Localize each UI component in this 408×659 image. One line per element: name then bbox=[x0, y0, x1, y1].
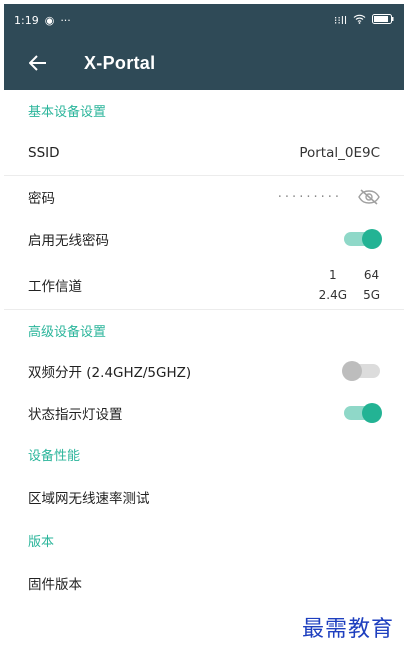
status-bar: 1:19 ◉ ··· ⁝⁝ll bbox=[4, 4, 404, 36]
band-24-label: 2.4G bbox=[318, 287, 348, 302]
wireless-password-switch[interactable] bbox=[344, 229, 382, 249]
watermark-text: 最需教育 bbox=[301, 617, 394, 642]
ssid-label: SSID bbox=[28, 144, 60, 161]
section-version-header: 版本 bbox=[28, 534, 55, 550]
password-row[interactable]: 密码 ········· bbox=[4, 176, 404, 218]
speed-test-label: 区域网无线速率测试 bbox=[28, 491, 150, 507]
password-masked: ········· bbox=[277, 189, 342, 205]
channel-row[interactable]: 工作信道 1 64 2.4G 5G bbox=[4, 260, 404, 310]
page-title: X-Portal bbox=[84, 52, 156, 73]
wireless-password-label: 启用无线密码 bbox=[28, 233, 109, 249]
dual-band-switch[interactable] bbox=[342, 361, 380, 381]
status-led-label: 状态指示灯设置 bbox=[28, 407, 123, 423]
switch-knob bbox=[342, 361, 362, 381]
channel-24-number: 1 bbox=[329, 267, 337, 282]
dual-band-label: 双频分开 (2.4GHZ/5GHZ) bbox=[28, 365, 192, 381]
status-led-switch[interactable] bbox=[344, 403, 382, 423]
arrow-left-icon[interactable] bbox=[26, 51, 50, 75]
phone-screen: 1:19 ◉ ··· ⁝⁝ll X-Portal 基本设备设置 SSID Por… bbox=[4, 4, 404, 655]
status-indicators: ··· bbox=[60, 13, 71, 27]
band-5-label: 5G bbox=[363, 287, 380, 302]
channel-label: 工作信道 bbox=[28, 278, 82, 295]
speed-test-row[interactable]: 区域网无线速率测试 bbox=[4, 474, 404, 520]
signal-icon: ⁝⁝ll bbox=[333, 13, 347, 27]
switch-knob bbox=[362, 229, 382, 249]
status-led-row: 状态指示灯设置 bbox=[4, 392, 404, 434]
status-time: 1:19 bbox=[14, 13, 39, 27]
wifi-icon bbox=[353, 14, 366, 26]
notification-icon: ◉ bbox=[44, 13, 55, 27]
battery-icon bbox=[372, 14, 394, 26]
password-label: 密码 bbox=[28, 191, 55, 207]
section-performance-header: 设备性能 bbox=[28, 448, 81, 464]
section-advanced-header: 高级设备设置 bbox=[28, 324, 107, 340]
firmware-row[interactable]: 固件版本 bbox=[4, 560, 404, 606]
firmware-label: 固件版本 bbox=[28, 577, 82, 593]
ssid-row[interactable]: SSID Portal_0E9C bbox=[4, 130, 404, 176]
channel-values: 1 64 2.4G 5G bbox=[319, 268, 380, 302]
eye-off-icon[interactable] bbox=[358, 189, 380, 205]
ssid-value: Portal_0E9C bbox=[299, 144, 380, 161]
dual-band-row: 双频分开 (2.4GHZ/5GHZ) bbox=[4, 350, 404, 392]
wireless-password-row: 启用无线密码 bbox=[4, 218, 404, 260]
switch-knob bbox=[362, 403, 382, 423]
app-toolbar: X-Portal bbox=[4, 36, 404, 90]
section-basic-header: 基本设备设置 bbox=[28, 104, 107, 120]
channel-5-number: 64 bbox=[363, 267, 380, 282]
